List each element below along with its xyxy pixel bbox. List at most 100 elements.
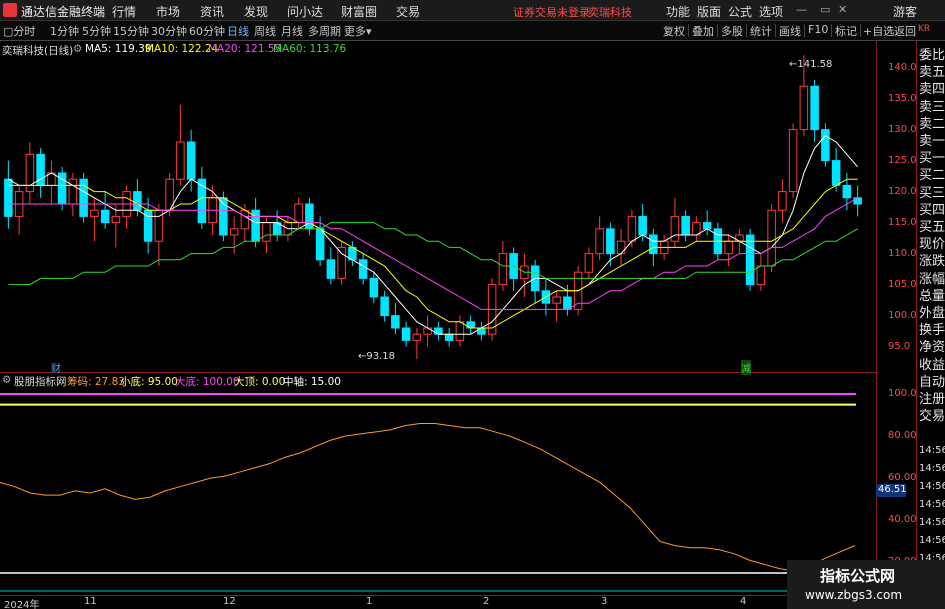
more-label: 更多 [344,25,366,38]
period-60min[interactable]: 60分钟 [189,23,225,39]
minimize-icon[interactable]: — [796,3,807,16]
btn-add-watchlist[interactable]: +自选 [863,23,894,39]
btn-f10[interactable]: F10 [808,23,828,36]
btn-multi-stock[interactable]: 多股 [721,23,743,39]
candle-body [358,259,368,279]
indicator-chart[interactable] [0,373,876,595]
side-item[interactable]: 卖五 [919,61,945,80]
stock-tag[interactable]: 奕瑞科技 [588,4,632,20]
side-item[interactable]: 涨跌 [919,250,945,269]
btn-back[interactable]: 返回 [894,23,916,39]
candle-body [735,234,744,242]
btn-mark[interactable]: 标记 [835,23,857,39]
side-item[interactable]: 卖一 [919,130,945,149]
period-more[interactable]: 更多▾ [344,23,372,39]
side-item[interactable]: 买五 [919,216,945,235]
menu-quotes[interactable]: 行情 [112,3,136,20]
price-tick: 105.0 [888,278,917,290]
price-tick: 100.0 [888,309,917,321]
period-monthly[interactable]: 月线 [281,23,303,39]
side-item[interactable]: 总量 [919,285,945,304]
tick-time: 14:56 [919,517,945,528]
candle-body [4,178,13,217]
side-item[interactable]: 净资 [919,336,945,355]
login-warning[interactable]: 证券交易未登录 [513,4,590,20]
menu-trade[interactable]: 交易 [396,3,420,20]
period-label: 分时 [13,25,36,38]
chevron-down-icon: ▾ [366,25,372,38]
menu-news[interactable]: 资讯 [200,3,224,20]
side-item[interactable]: 卖四 [919,78,945,97]
price-tick: 120.0 [888,185,917,197]
btn-stats[interactable]: 统计 [750,23,772,39]
candle-body [90,209,99,217]
candle-body [229,228,239,236]
restore-icon[interactable]: ▭ [820,3,830,16]
menu-formula[interactable]: 公式 [728,3,752,20]
period-daily[interactable]: 日线 [227,23,249,39]
menu-ask-xiaoda[interactable]: 问小达 [287,3,323,20]
tick-time: 14:56 [919,463,945,474]
period-intraday[interactable]: ▢分时 [3,23,35,39]
period-multi[interactable]: 多周期 [308,23,341,39]
date-label: 4 [740,596,747,607]
reduce-marker[interactable]: 减 [741,360,751,375]
app-title: 通达信金融终端 [21,5,106,19]
close-icon[interactable]: ✕ [838,3,847,16]
price-tick: 115.0 [888,216,917,228]
side-item[interactable]: 自动 [919,371,945,390]
indicator-value-badge: 46.51 [876,484,907,497]
indicator-tick: 80.00 [888,430,917,442]
low-price-label: ←93.18 [358,351,396,362]
candle-body [100,209,110,224]
period-1min[interactable]: 1分钟 [50,23,79,39]
side-item[interactable]: 买四 [919,199,945,218]
side-item[interactable]: 委比 [919,44,945,63]
candle-body [412,333,422,341]
menu-layout[interactable]: 版面 [697,3,721,20]
side-item[interactable]: 注册 [919,388,945,407]
candle-body [745,234,755,286]
menu-options[interactable]: 选项 [759,3,783,20]
side-item[interactable]: 换手 [919,319,945,338]
candle-body [434,327,443,335]
candle-body [25,153,35,193]
divider [717,24,718,37]
side-item[interactable]: 外盘 [919,302,945,321]
price-tick: 140.0 [888,61,917,73]
side-item[interactable]: 现价 [919,233,945,252]
side-item[interactable]: 涨幅 [919,268,945,287]
corner-badge: KR [918,24,931,34]
side-item[interactable]: 收益 [919,354,945,373]
tick-time: 14:56 [919,499,945,510]
candlestick-chart[interactable] [0,41,876,372]
menu-wealth-circle[interactable]: 财富圈 [341,3,377,20]
tick-time: 14:56 [919,481,945,492]
candle-body [821,129,830,162]
period-5min[interactable]: 5分钟 [82,23,111,39]
btn-overlay[interactable]: 叠加 [692,23,714,39]
btn-adjust[interactable]: 复权 [663,23,685,39]
indicator-tick: 100.0 [888,388,917,400]
period-30min[interactable]: 30分钟 [151,23,187,39]
side-item[interactable]: 买二 [919,164,945,183]
btn-draw[interactable]: 画线 [779,23,801,39]
candle-body [455,321,465,341]
menu-market[interactable]: 市场 [156,3,180,20]
side-item[interactable]: 买三 [919,182,945,201]
period-weekly[interactable]: 周线 [254,23,276,39]
finance-marker[interactable]: 财 [51,360,61,375]
candle-body [68,178,78,205]
side-item[interactable]: 买一 [919,147,945,166]
divider [831,24,832,37]
period-15min[interactable]: 15分钟 [113,23,149,39]
side-item[interactable]: 卖三 [919,96,945,115]
candle-body [584,253,594,273]
menu-discover[interactable]: 发现 [244,3,268,20]
low-value: 93.18 [366,351,396,362]
date-label: 1 [366,596,373,607]
user-guest[interactable]: 游客 [893,3,917,20]
side-item[interactable]: 交易 [919,405,945,424]
menu-function[interactable]: 功能 [666,3,690,20]
side-item[interactable]: 卖二 [919,113,945,132]
